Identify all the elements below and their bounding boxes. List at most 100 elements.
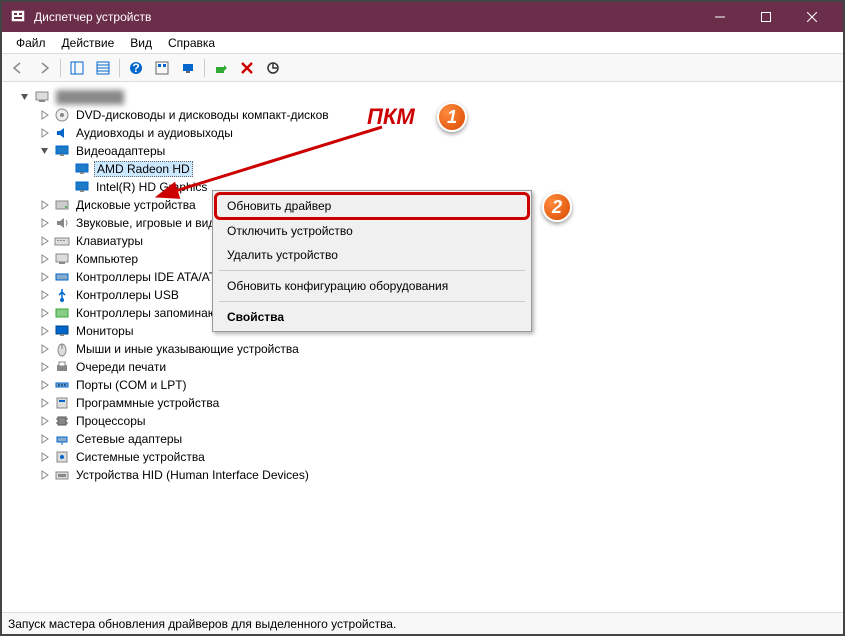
app-icon: [10, 9, 26, 25]
context-menu-item[interactable]: Отключить устройство: [215, 219, 529, 243]
properties-button[interactable]: [91, 56, 115, 80]
tree-item-label[interactable]: Дисковые устройства: [74, 198, 198, 212]
menu-help[interactable]: Справка: [160, 34, 223, 52]
tree-item-label[interactable]: DVD-дисководы и дисководы компакт-дисков: [74, 108, 331, 122]
menu-file[interactable]: Файл: [8, 34, 54, 52]
display-icon: [74, 161, 90, 177]
tree-item-label[interactable]: AMD Radeon HD: [94, 161, 193, 177]
tree-item-label[interactable]: Контроллеры USB: [74, 288, 181, 302]
mouse-icon: [54, 341, 70, 357]
display-icon: [54, 143, 70, 159]
tree-item-label[interactable]: Порты (COM и LPT): [74, 378, 189, 392]
svg-text:?: ?: [132, 61, 139, 75]
tree-item[interactable]: DVD-дисководы и дисководы компакт-дисков: [4, 106, 841, 124]
audio-icon: [54, 125, 70, 141]
tree-item-label[interactable]: Аудиовходы и аудиовыходы: [74, 126, 235, 140]
tree-item-label[interactable]: Мыши и иные указывающие устройства: [74, 342, 301, 356]
disk-icon: [54, 197, 70, 213]
expander-icon[interactable]: [38, 216, 52, 230]
expander-icon[interactable]: [38, 360, 52, 374]
tree-item[interactable]: Программные устройства: [4, 394, 841, 412]
tree-root[interactable]: ████████: [4, 88, 841, 106]
device-tree[interactable]: ████████ DVD-дисководы и дисководы компа…: [4, 84, 841, 610]
context-separator: [219, 301, 525, 302]
expander-icon[interactable]: [38, 396, 52, 410]
expander-icon[interactable]: [38, 432, 52, 446]
port-icon: [54, 377, 70, 393]
tree-item-label[interactable]: Клавиатуры: [74, 234, 145, 248]
expander-icon[interactable]: [38, 414, 52, 428]
forward-button[interactable]: [32, 56, 56, 80]
show-hide-tree-button[interactable]: [65, 56, 89, 80]
disable-button[interactable]: [261, 56, 285, 80]
context-menu: Обновить драйверОтключить устройствоУдал…: [212, 190, 532, 332]
context-menu-item[interactable]: Обновить драйвер: [214, 192, 530, 220]
tree-item-label[interactable]: Процессоры: [74, 414, 148, 428]
expander-icon[interactable]: [38, 234, 52, 248]
titlebar: Диспетчер устройств: [2, 2, 843, 32]
expander-icon[interactable]: [38, 342, 52, 356]
expander-icon[interactable]: [38, 306, 52, 320]
toolbar-separator: [119, 59, 120, 77]
menu-view[interactable]: Вид: [122, 34, 160, 52]
statusbar: Запуск мастера обновления драйверов для …: [2, 612, 843, 634]
context-menu-item[interactable]: Обновить конфигурацию оборудования: [215, 274, 529, 298]
tree-item-label[interactable]: Устройства HID (Human Interface Devices): [74, 468, 311, 482]
tree-root-label[interactable]: ████████: [54, 90, 126, 104]
statusbar-text: Запуск мастера обновления драйверов для …: [8, 617, 396, 631]
tree-item-label[interactable]: Сетевые адаптеры: [74, 432, 184, 446]
context-menu-item[interactable]: Удалить устройство: [215, 243, 529, 267]
expander-icon[interactable]: [38, 324, 52, 338]
expander-icon[interactable]: [38, 450, 52, 464]
update-driver-button[interactable]: [209, 56, 233, 80]
minimize-button[interactable]: [697, 2, 743, 32]
tree-item-label[interactable]: Видеоадаптеры: [74, 144, 167, 158]
context-menu-item[interactable]: Свойства: [215, 305, 529, 329]
close-button[interactable]: [789, 2, 835, 32]
tree-item-label[interactable]: Системные устройства: [74, 450, 207, 464]
network-icon: [54, 431, 70, 447]
expander-icon[interactable]: [38, 288, 52, 302]
expander-icon[interactable]: [38, 468, 52, 482]
tree-item-label[interactable]: Мониторы: [74, 324, 135, 338]
menu-action[interactable]: Действие: [54, 34, 123, 52]
toolbar-separator: [204, 59, 205, 77]
tree-item[interactable]: Процессоры: [4, 412, 841, 430]
tree-item-label[interactable]: Очереди печати: [74, 360, 168, 374]
tree-item[interactable]: Системные устройства: [4, 448, 841, 466]
expander-icon[interactable]: [58, 162, 72, 176]
uninstall-button[interactable]: [235, 56, 259, 80]
tree-item-label[interactable]: Intel(R) HD Graphics: [94, 180, 209, 194]
expander-icon[interactable]: [38, 126, 52, 140]
expander-icon[interactable]: [38, 144, 52, 158]
expander-icon[interactable]: [38, 108, 52, 122]
printer-icon: [54, 359, 70, 375]
tree-item[interactable]: Сетевые адаптеры: [4, 430, 841, 448]
computer-icon: [54, 251, 70, 267]
help-button[interactable]: ?: [124, 56, 148, 80]
expander-icon[interactable]: [38, 198, 52, 212]
tree-item-label[interactable]: Программные устройства: [74, 396, 221, 410]
expander-open-icon[interactable]: [18, 90, 32, 104]
expander-icon[interactable]: [38, 378, 52, 392]
system-icon: [54, 449, 70, 465]
tree-item[interactable]: AMD Radeon HD: [4, 160, 841, 178]
maximize-button[interactable]: [743, 2, 789, 32]
back-button[interactable]: [6, 56, 30, 80]
tree-item[interactable]: Очереди печати: [4, 358, 841, 376]
expander-icon[interactable]: [38, 252, 52, 266]
expander-icon[interactable]: [38, 270, 52, 284]
computer-icon: [34, 89, 50, 105]
toolbar-separator: [60, 59, 61, 77]
scan-hardware-button[interactable]: [176, 56, 200, 80]
tree-item[interactable]: Аудиовходы и аудиовыходы: [4, 124, 841, 142]
tree-item[interactable]: Мыши и иные указывающие устройства: [4, 340, 841, 358]
menubar: Файл Действие Вид Справка: [2, 32, 843, 54]
view-button[interactable]: [150, 56, 174, 80]
tree-item-label[interactable]: Компьютер: [74, 252, 140, 266]
expander-icon[interactable]: [58, 180, 72, 194]
tree-item[interactable]: Видеоадаптеры: [4, 142, 841, 160]
tree-item[interactable]: Порты (COM и LPT): [4, 376, 841, 394]
tree-item[interactable]: Устройства HID (Human Interface Devices): [4, 466, 841, 484]
window-controls: [697, 2, 835, 32]
